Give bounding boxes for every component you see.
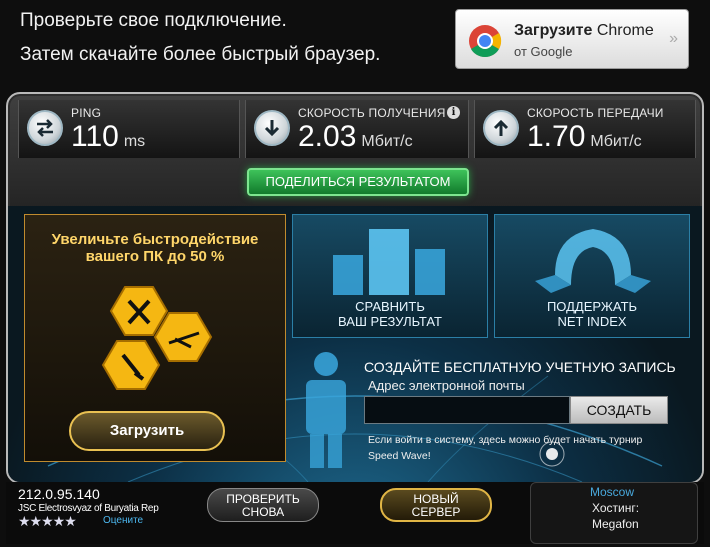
upload-unit: Мбит/с xyxy=(590,133,642,150)
chrome-title-bold: Загрузите xyxy=(514,22,593,39)
ad-headline-line2: вашего ПК до 50 % xyxy=(85,248,225,265)
server-ip: 212.0.95.140 xyxy=(18,486,100,502)
host-name: Megafon xyxy=(592,517,639,531)
account-title: СОЗДАЙТЕ БЕСПЛАТНУЮ УЧЕТНУЮ ЗАПИСЬ xyxy=(364,359,676,375)
retest-label-line2: СНОВА xyxy=(241,505,285,519)
info-icon[interactable]: i xyxy=(447,106,460,119)
ping-stat: PING 110 ms xyxy=(18,100,240,158)
chrome-subtitle: от Google xyxy=(514,44,573,59)
host-label: Хостинг: xyxy=(592,501,640,515)
create-account-button[interactable]: СОЗДАТЬ xyxy=(570,396,668,424)
upload-stat: СКОРОСТЬ ПЕРЕДАЧИ 1.70 Мбит/с xyxy=(474,100,696,158)
new-server-label-line2: СЕРВЕР xyxy=(411,505,461,519)
ad-headline-line1: Увеличьте быстродействие xyxy=(51,231,259,248)
download-arrow-icon xyxy=(254,110,290,146)
compare-label-line1: СРАВНИТЬ xyxy=(355,299,425,314)
upload-arrow-icon xyxy=(483,110,519,146)
bar-chart-icon xyxy=(333,229,445,295)
download-unit: Мбит/с xyxy=(361,133,413,150)
ping-label: PING xyxy=(71,106,102,120)
compare-label-line2: ВАШ РЕЗУЛЬТАТ xyxy=(338,314,442,329)
net-index-logo-icon xyxy=(535,229,651,293)
upload-value: 1.70 xyxy=(527,120,586,153)
support-label-line1: ПОДДЕРЖАТЬ xyxy=(546,299,638,314)
promo-line-1: Проверьте свое подключение. xyxy=(20,10,287,31)
ad-panel: Увеличьте быстродействие вашего ПК до 50… xyxy=(24,214,286,462)
email-input[interactable] xyxy=(364,396,570,424)
rating-stars-icon[interactable]: ★★★★★ xyxy=(18,513,77,530)
chevron-right-icon: » xyxy=(669,30,678,47)
chrome-download-button[interactable]: Загрузите Chrome от Google » xyxy=(455,9,689,69)
chrome-title-rest: Chrome xyxy=(596,22,654,39)
email-label: Адрес электронной почты xyxy=(368,378,525,393)
ping-arrows-icon xyxy=(27,110,63,146)
rate-link[interactable]: Оцените xyxy=(103,515,143,526)
host-city[interactable]: Moscow xyxy=(590,485,634,499)
share-result-button[interactable]: ПОДЕЛИТЬСЯ РЕЗУЛЬТАТОМ xyxy=(247,168,469,196)
speed-tools-icon xyxy=(101,286,213,390)
user-silhouette-icon xyxy=(306,352,346,468)
upload-label: СКОРОСТЬ ПЕРЕДАЧИ xyxy=(527,106,664,120)
support-net-index-tile[interactable]: ПОДДЕРЖАТЬ NET INDEX xyxy=(494,214,690,338)
download-label: СКОРОСТЬ ПОЛУЧЕНИЯ xyxy=(298,106,446,120)
support-label-line2: NET INDEX xyxy=(557,314,627,329)
chrome-logo-icon xyxy=(469,25,502,58)
download-stat: СКОРОСТЬ ПОЛУЧЕНИЯ i 2.03 Мбит/с xyxy=(245,100,469,158)
new-server-button[interactable]: НОВЫЙ СЕРВЕР xyxy=(380,488,492,522)
account-note: Если войти в систему, здесь можно будет … xyxy=(368,434,643,462)
download-value: 2.03 xyxy=(298,120,357,153)
ping-value: 110 xyxy=(71,120,119,153)
ad-download-button[interactable]: Загрузить xyxy=(69,411,225,451)
speedtest-panel: PING 110 ms СКОРОСТЬ ПОЛУЧЕНИЯ i 2.03 Мбит… xyxy=(6,92,704,484)
retest-button[interactable]: ПРОВЕРИТЬ СНОВА xyxy=(207,488,319,522)
promo-line-2: Затем скачайте более быстрый браузер. xyxy=(20,44,381,65)
ping-unit: ms xyxy=(123,133,146,150)
compare-results-tile[interactable]: СРАВНИТЬ ВАШ РЕЗУЛЬТАТ xyxy=(292,214,488,338)
